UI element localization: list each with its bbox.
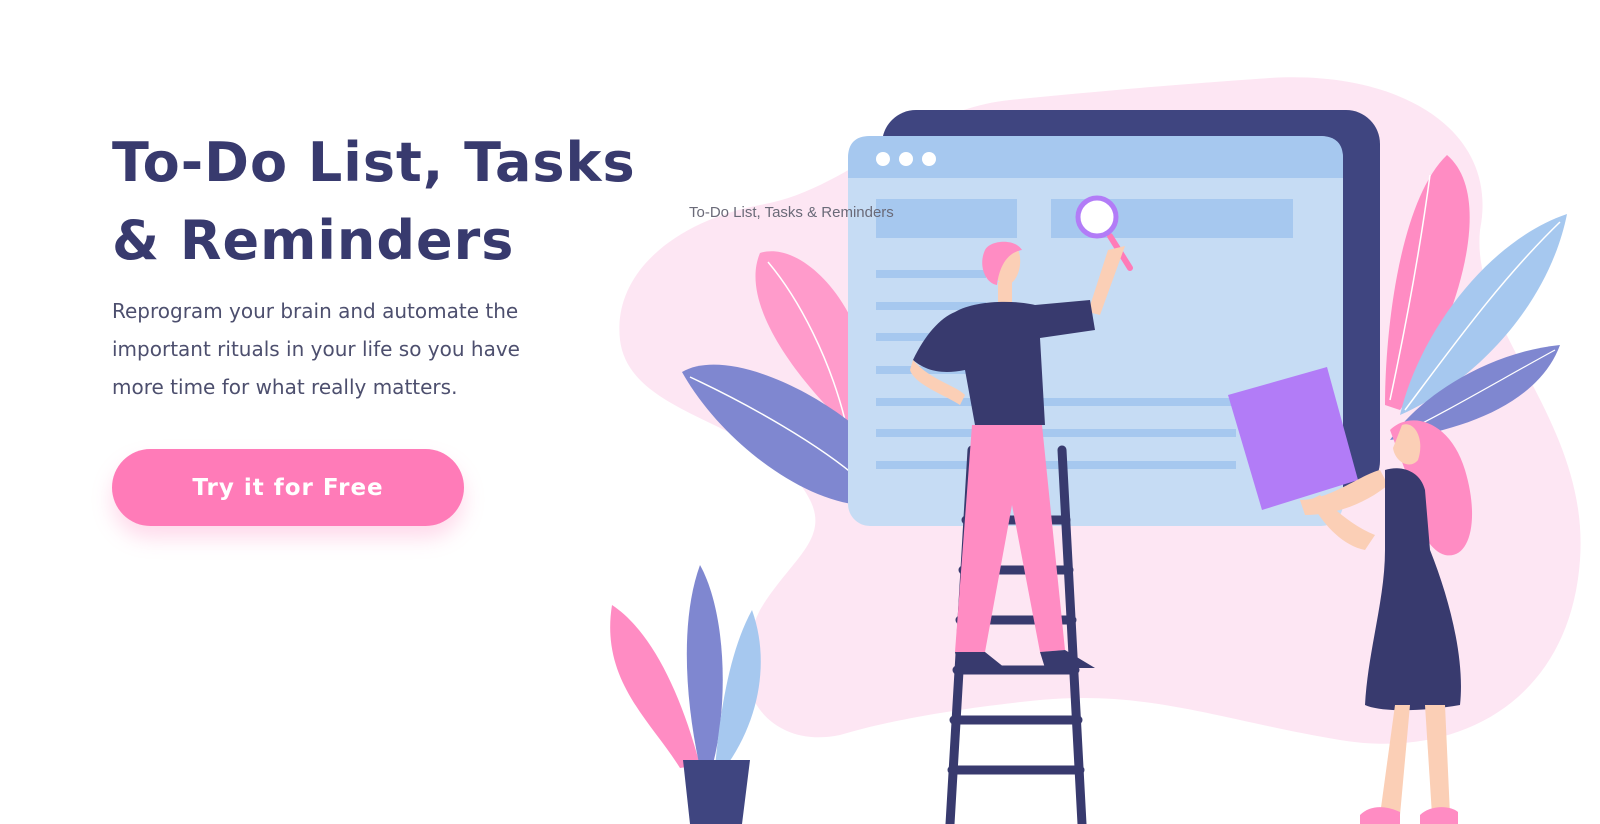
illustration-alt-text: To-Do List, Tasks & Reminders	[689, 204, 894, 221]
window-line-7	[876, 461, 1236, 469]
hero-subtitle-line-2: important rituals in your life so you ha…	[112, 337, 520, 361]
window-dot-1	[876, 152, 890, 166]
hero-title-line-2: & Reminders	[112, 209, 515, 272]
hero-subtitle-line-3: more time for what really matters.	[112, 375, 458, 399]
window-line-6	[876, 429, 1236, 437]
magnifier-icon	[1075, 195, 1119, 239]
plant-pot	[683, 760, 750, 824]
browser-titlebar	[848, 136, 1343, 178]
window-line-1	[876, 270, 986, 278]
hero-illustration	[610, 77, 1581, 824]
landing-page: To-Do List, Tasks & Reminders Reprogram …	[0, 0, 1600, 824]
hero-title: To-Do List, Tasks & Reminders	[112, 124, 636, 280]
window-dot-3	[922, 152, 936, 166]
hero-title-line-1: To-Do List, Tasks	[112, 131, 636, 194]
potted-plant	[610, 565, 761, 824]
try-free-button[interactable]: Try it for Free	[112, 449, 464, 526]
window-block-1	[876, 199, 1017, 238]
window-dot-2	[899, 152, 913, 166]
hero-subtitle: Reprogram your brain and automate the im…	[112, 292, 582, 406]
hero-subtitle-line-1: Reprogram your brain and automate the	[112, 299, 519, 323]
window-line-5	[876, 398, 1236, 406]
